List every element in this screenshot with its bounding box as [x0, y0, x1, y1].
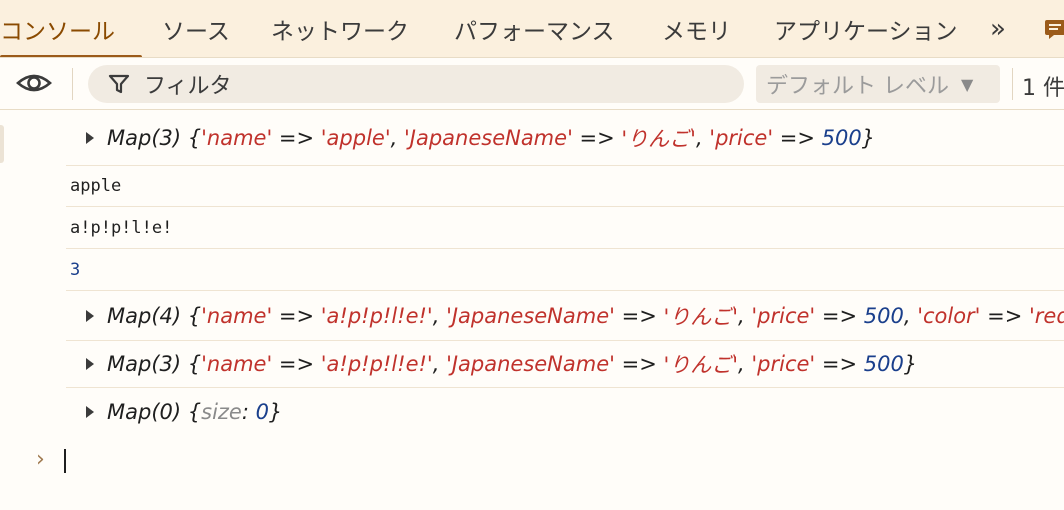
map-value: 'a!p!p!l!e!': [320, 352, 433, 376]
map-key: 'price': [709, 126, 774, 150]
tab-console[interactable]: コンソール: [0, 0, 142, 57]
log-text: a!p!p!l!e!: [70, 217, 173, 238]
tab-sources[interactable]: ソース: [162, 0, 230, 57]
map-key: 'price': [751, 303, 816, 328]
expand-triangle-icon[interactable]: [86, 358, 94, 370]
map-header: Map(3): [107, 126, 182, 150]
funnel-icon: [108, 74, 130, 94]
console-message-text: a!p!p!l!e!: [66, 207, 1064, 249]
console-message-map[interactable]: Map(3) {'name' => 'a!p!p!l!e!', 'Japanes…: [66, 341, 1064, 388]
map-key: 'JapaneseName': [403, 126, 573, 150]
log-number: 3: [70, 259, 81, 280]
panel-tab-bar: コンソール ソース ネットワーク パフォーマンス メモリ アプリケーション »: [0, 0, 1064, 58]
tab-application[interactable]: アプリケーション: [774, 0, 958, 57]
console-input-cursor[interactable]: [64, 449, 66, 473]
expand-triangle-icon[interactable]: [86, 406, 94, 418]
console-message-text: apple: [66, 166, 1064, 207]
map-key: 'JapaneseName': [446, 352, 615, 376]
tab-performance[interactable]: パフォーマンス: [454, 0, 615, 57]
map-size-value: 0: [255, 400, 269, 424]
map-value: 'りんご': [663, 304, 739, 329]
map-value: 'りんご': [663, 353, 739, 377]
toolbar-divider: [72, 68, 73, 100]
console-toolbar: フィルタ デフォルト レベル ▼ 1 件: [0, 58, 1064, 110]
log-text: apple: [70, 176, 122, 196]
filter-input[interactable]: フィルタ: [88, 65, 744, 103]
filter-placeholder: フィルタ: [144, 74, 232, 99]
map-value: 500: [821, 126, 862, 150]
expand-triangle-icon[interactable]: [86, 309, 94, 322]
log-levels-dropdown[interactable]: デフォルト レベル ▼: [756, 65, 1000, 103]
log-levels-label: デフォルト レベル: [766, 74, 949, 99]
console-message-map[interactable]: Map(4) {'name' => 'a!p!p!l!e!', 'Japanes…: [66, 291, 1064, 341]
console-message-map[interactable]: Map(3) {'name' => 'apple', 'JapaneseName…: [66, 111, 1064, 166]
issues-icon[interactable]: [1044, 18, 1064, 40]
map-key: 'name': [201, 352, 273, 376]
map-value: 500: [863, 303, 904, 328]
chevron-down-icon: ▼: [961, 74, 974, 94]
console-prompt-icon: ›: [36, 447, 45, 472]
toolbar-divider: [1012, 68, 1013, 100]
issue-count[interactable]: 1 件: [1022, 70, 1064, 102]
map-key: 'color': [917, 303, 981, 328]
map-key: 'JapaneseName': [446, 303, 615, 328]
map-key: 'name': [201, 303, 273, 328]
map-header: Map(3): [107, 352, 182, 376]
map-header: Map(0): [107, 400, 182, 424]
tab-memory[interactable]: メモリ: [662, 0, 731, 57]
map-value: 'りんご': [621, 127, 696, 151]
map-key: 'name': [201, 126, 273, 150]
console-message-map[interactable]: Map(0) {size: 0}: [66, 388, 1064, 436]
console-output: Map(3) {'name' => 'apple', 'JapaneseName…: [0, 111, 1064, 510]
map-value: 'a!p!p!l!e!': [320, 303, 433, 328]
console-message-number: 3: [66, 249, 1064, 291]
map-value: 'red': [1029, 303, 1064, 328]
expand-triangle-icon[interactable]: [86, 132, 94, 144]
map-key: 'price': [751, 352, 816, 376]
scroll-marker: [0, 125, 4, 163]
more-tabs-button[interactable]: »: [990, 0, 1006, 57]
map-header: Map(4): [107, 303, 182, 328]
map-value: 500: [863, 352, 904, 376]
map-size-key: size: [201, 400, 242, 424]
eye-icon[interactable]: [15, 68, 53, 98]
tab-network[interactable]: ネットワーク: [271, 0, 409, 57]
map-value: 'apple': [320, 126, 391, 150]
